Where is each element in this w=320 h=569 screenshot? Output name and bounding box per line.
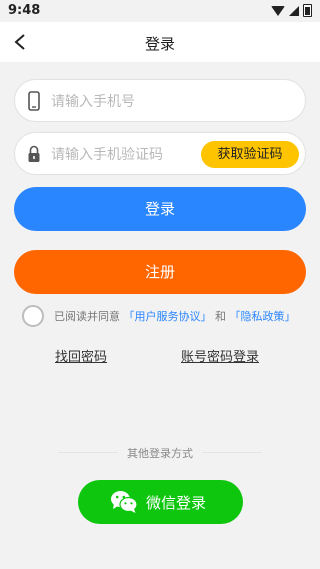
status-time: 9:48 <box>8 3 41 18</box>
status-bar: 9:48 <box>0 0 320 22</box>
wifi-icon <box>271 5 285 16</box>
wechat-login-button[interactable]: 微信登录 <box>78 480 243 524</box>
account-login-link[interactable]: 账号密码登录 <box>181 346 259 365</box>
privacy-policy-link[interactable]: 「隐私政策」 <box>230 310 296 323</box>
lock-icon <box>28 145 40 162</box>
agreement-prefix: 已阅读并同意 <box>54 310 120 323</box>
code-input[interactable] <box>49 143 213 167</box>
status-icons <box>271 4 312 17</box>
wechat-icon <box>111 491 138 513</box>
phone-input[interactable] <box>49 90 213 114</box>
register-button[interactable]: 注册 <box>14 250 306 294</box>
login-button[interactable]: 登录 <box>14 187 306 231</box>
nav-bar: 登录 <box>0 22 320 62</box>
other-login-label: 其他登录方式 <box>127 447 193 460</box>
code-field: 获取验证码 <box>14 132 306 175</box>
agreement-and: 和 <box>215 310 226 323</box>
agreement-row: 已阅读并同意 「用户服务协议」 和 「隐私政策」 <box>22 305 312 327</box>
battery-icon <box>303 4 312 17</box>
user-agreement-link[interactable]: 「用户服务协议」 <box>124 310 212 323</box>
signal-icon <box>289 5 299 16</box>
phone-icon <box>28 91 40 111</box>
agreement-text: 已阅读并同意 「用户服务协议」 和 「隐私政策」 <box>54 308 296 324</box>
recover-password-link[interactable]: 找回密码 <box>55 346 107 365</box>
wechat-login-label: 微信登录 <box>146 494 207 512</box>
phone-field <box>14 79 306 122</box>
get-code-button[interactable]: 获取验证码 <box>201 141 299 168</box>
agree-checkbox[interactable] <box>22 305 44 327</box>
page-title: 登录 <box>144 35 175 53</box>
